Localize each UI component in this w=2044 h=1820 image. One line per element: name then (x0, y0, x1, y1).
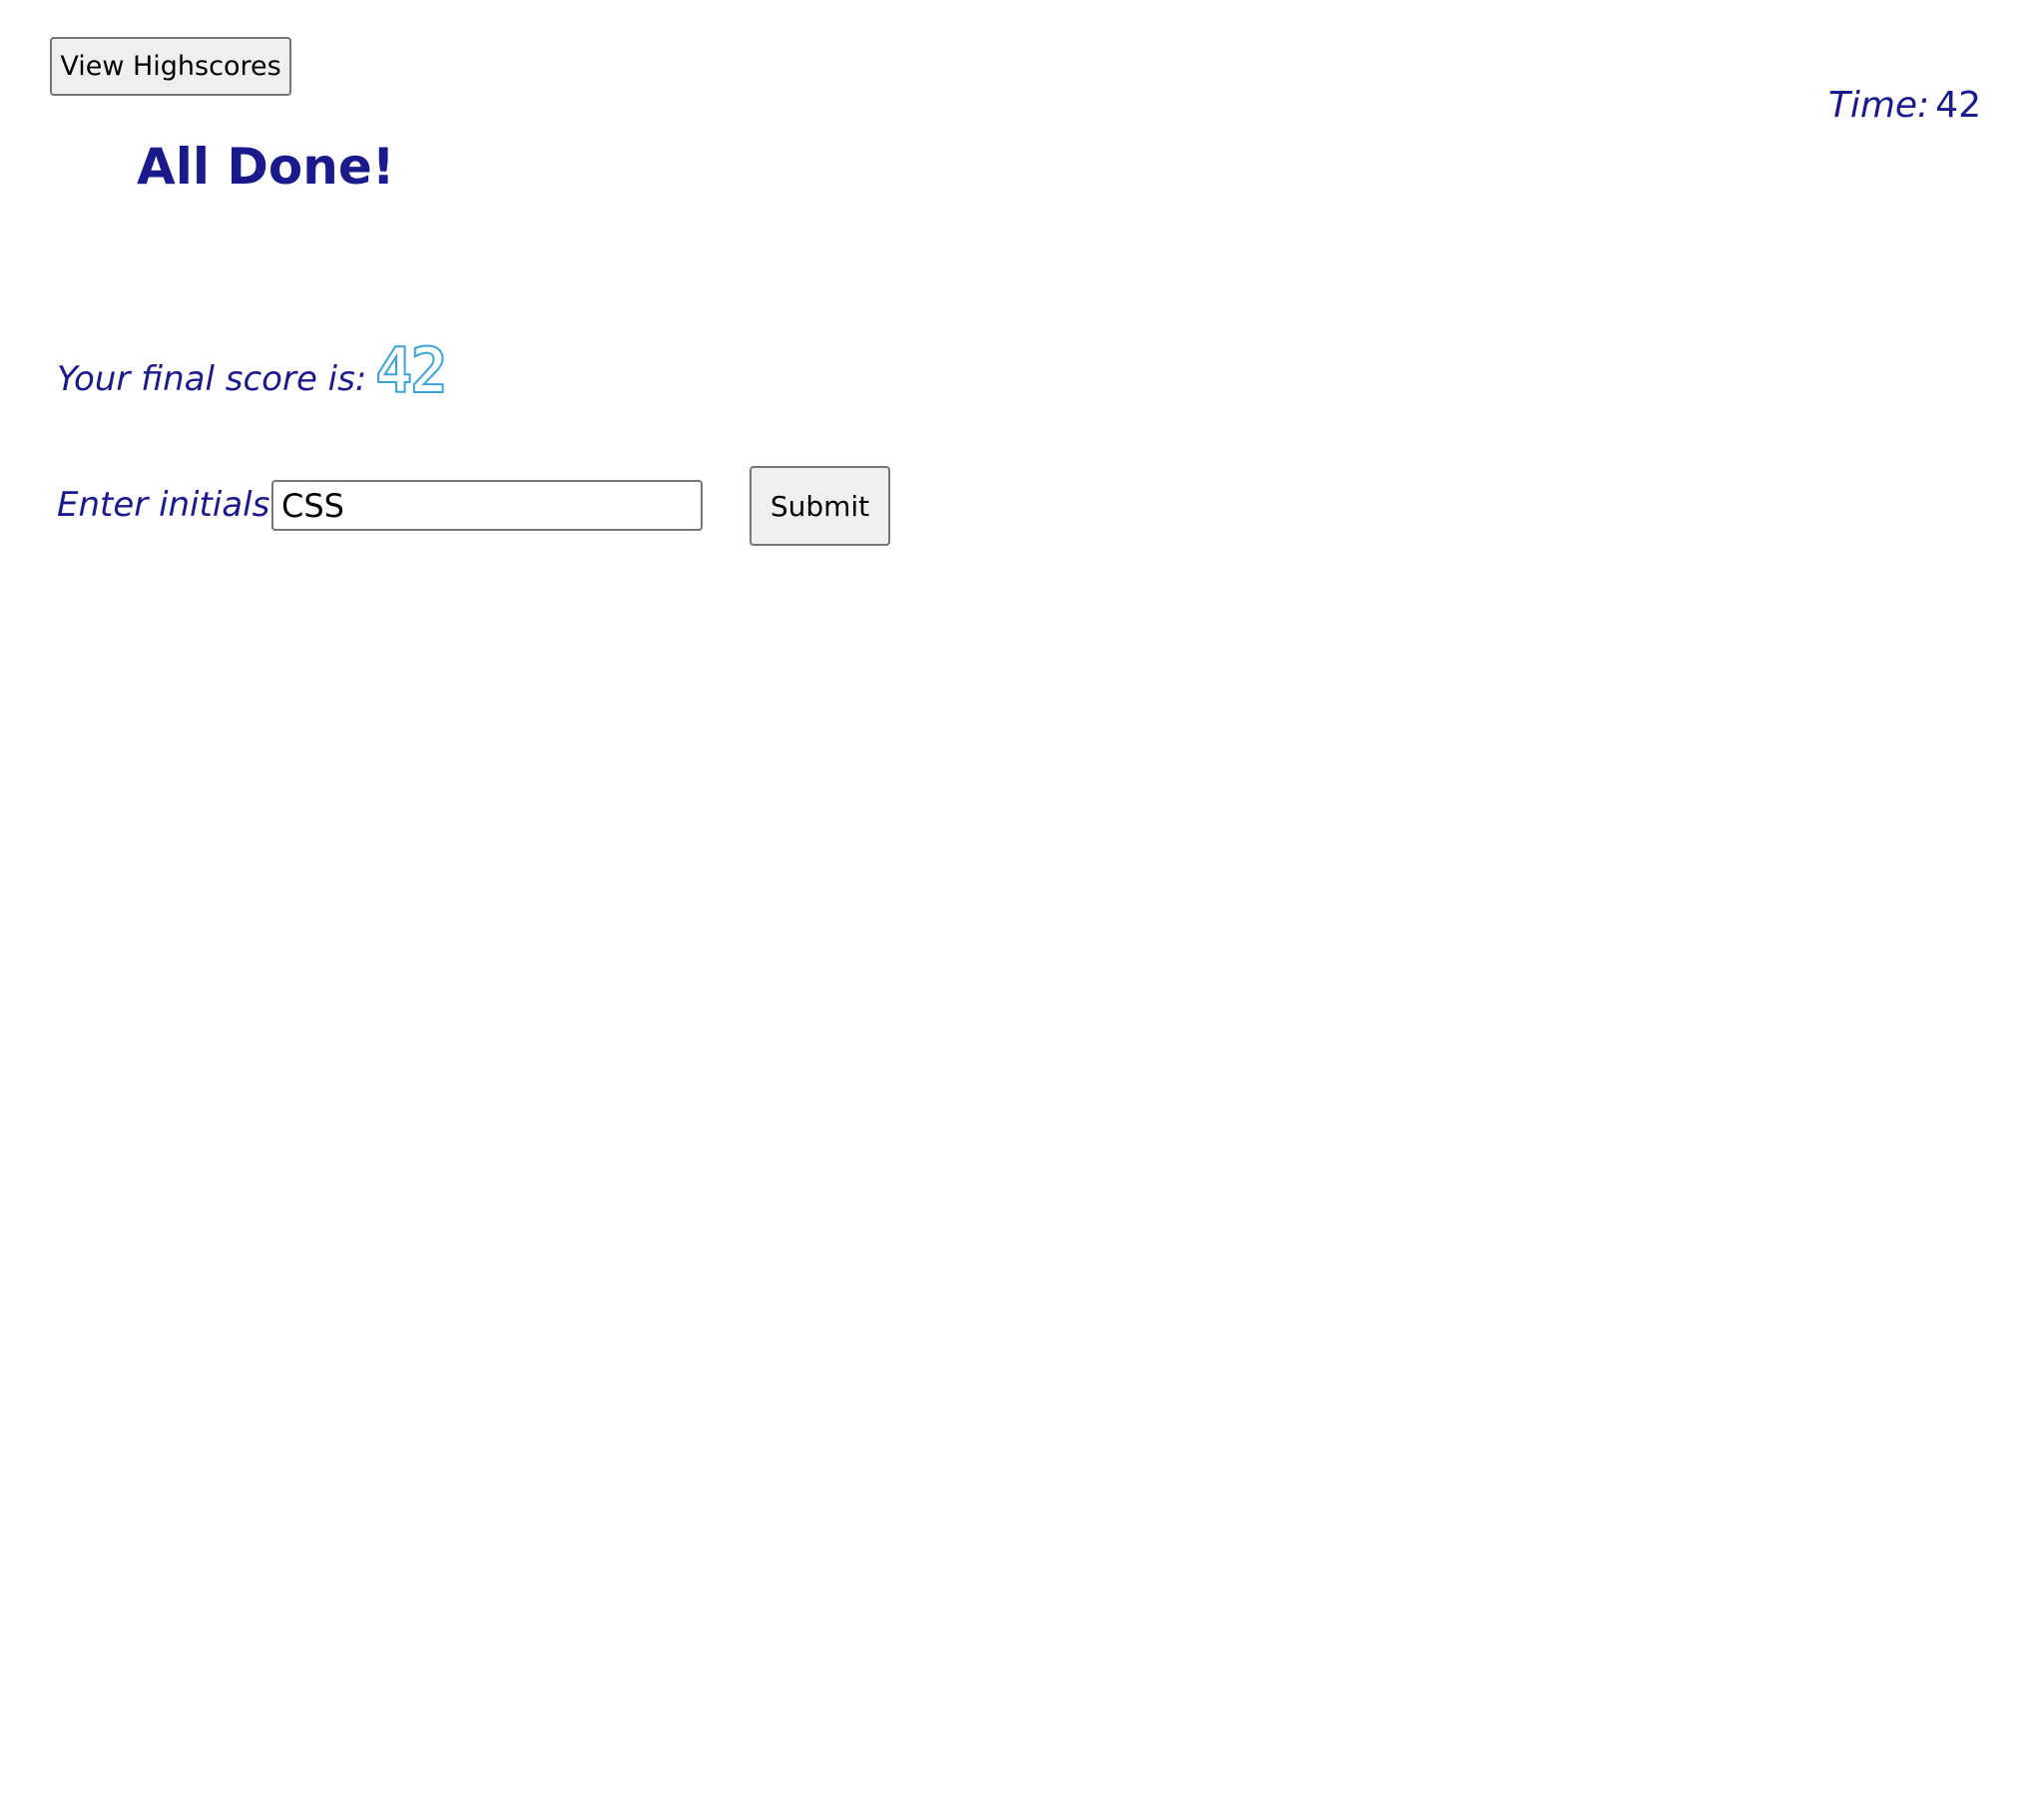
timer: Time: 42 (1828, 84, 1981, 128)
page-title: All Done! (137, 138, 395, 196)
submit-button[interactable]: Submit (750, 466, 890, 546)
final-score-label: Your final score is: (57, 359, 367, 399)
timer-label: Time: (1827, 85, 1930, 126)
initials-input[interactable] (271, 480, 703, 531)
final-score-value: 42 (374, 334, 449, 407)
view-highscores-button[interactable]: View Highscores (50, 37, 291, 96)
initials-label: Enter initials: (57, 485, 281, 525)
timer-value: 42 (1935, 85, 1981, 126)
